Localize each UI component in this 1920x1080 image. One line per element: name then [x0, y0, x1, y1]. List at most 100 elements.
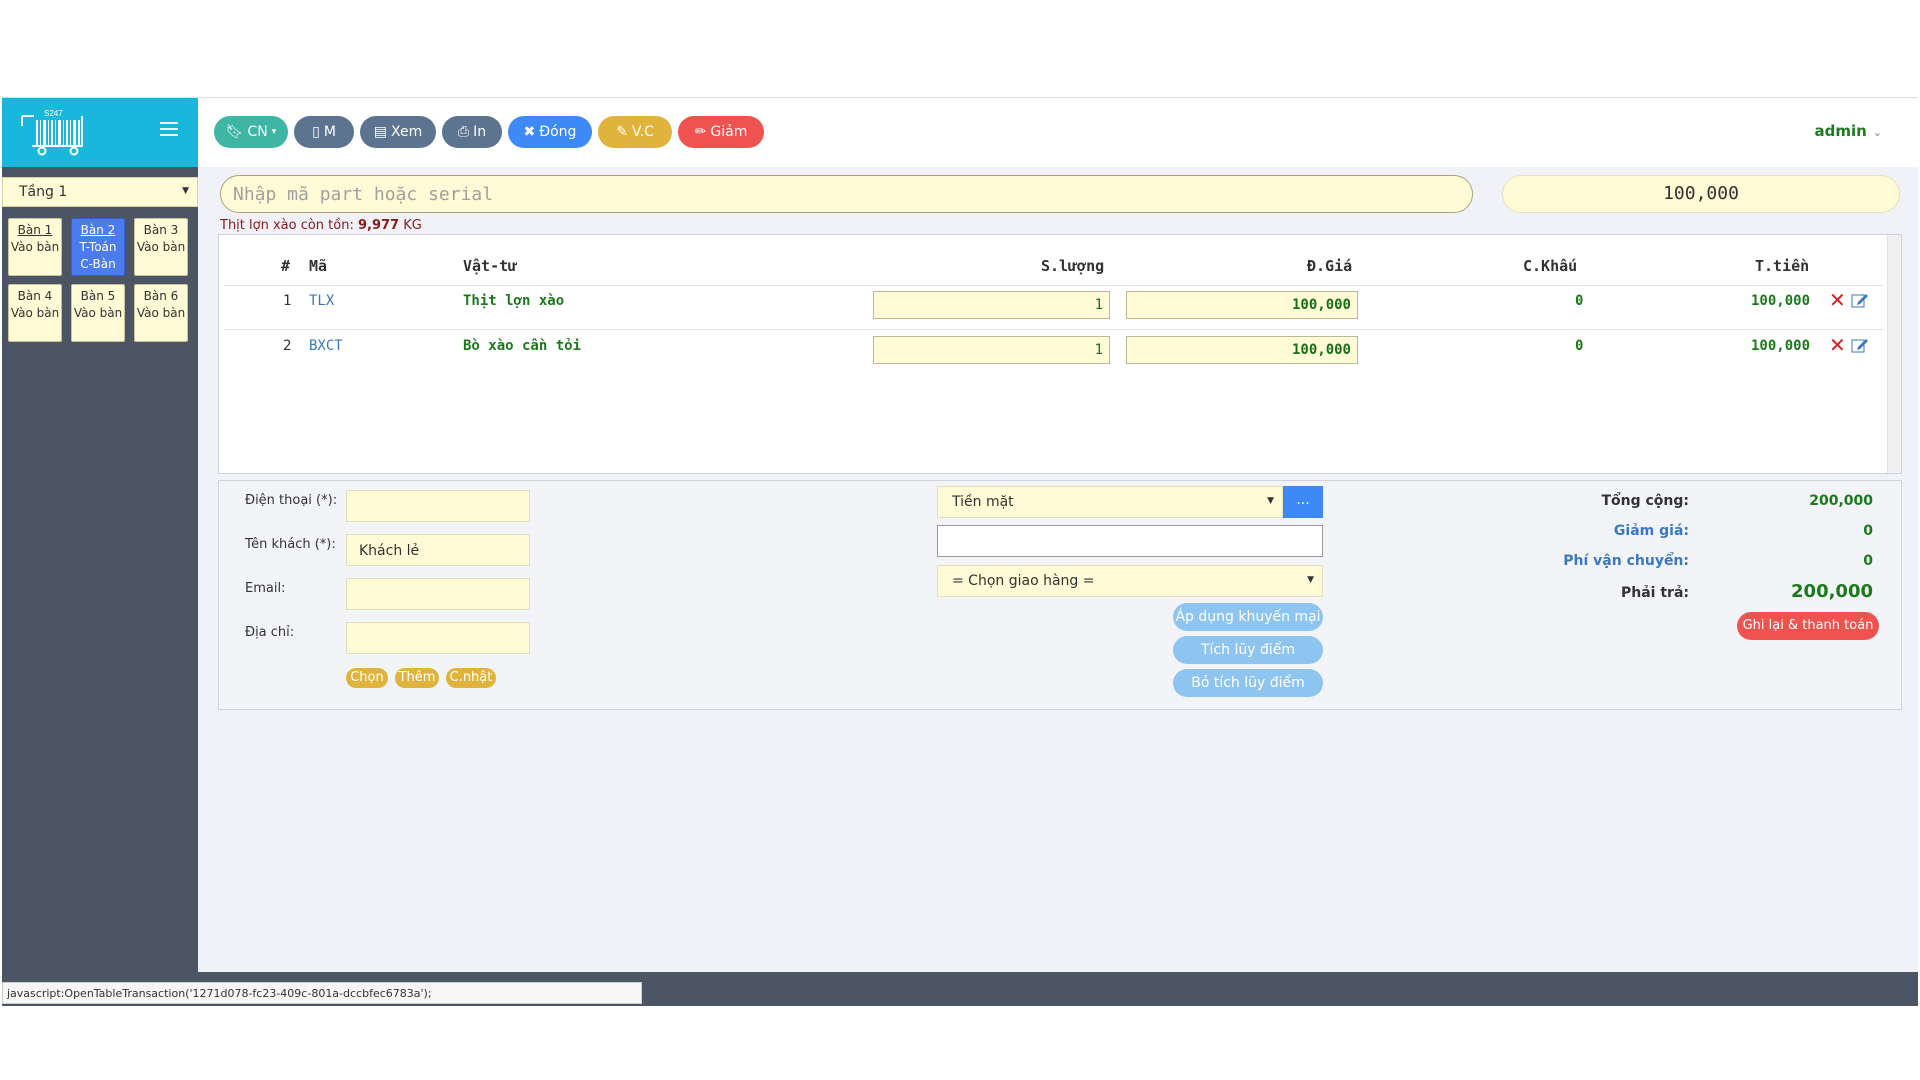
table-status: Vào bàn [136, 240, 186, 254]
edit-icon[interactable] [1851, 291, 1869, 309]
stock-note-prefix: Thịt lợn xào còn tồn: [220, 218, 358, 233]
stock-qty: 9,977 [357, 218, 400, 233]
qty-input[interactable]: 1 [873, 291, 1110, 319]
row-discount: 0 [1575, 293, 1584, 309]
file-text-icon: ▤ [373, 124, 387, 140]
choose-customer-button[interactable]: Chọn [346, 668, 388, 688]
close-button[interactable]: ✖ Đóng [508, 116, 592, 148]
remove-points-button[interactable]: Bỏ tích lũy điểm [1173, 669, 1323, 697]
delivery-select[interactable]: = Chọn giao hàng = ▼ [937, 565, 1323, 597]
stock-unit: KG [399, 218, 422, 233]
table-name: Bàn 3 [143, 223, 179, 237]
barcode-logo: S247 [21, 109, 83, 156]
caret-down-icon: ▼ [1307, 575, 1314, 585]
table-name: Bàn 5 [80, 289, 116, 303]
caret-down-icon: ▼ [182, 186, 189, 196]
floor-select[interactable]: Tầng 1 ▼ [2, 177, 198, 207]
logo-text: S247 [44, 109, 63, 118]
update-customer-button[interactable]: C.nhật [446, 668, 496, 688]
customer-name-field[interactable]: Khách lẻ [346, 534, 530, 566]
row-code[interactable]: TLX [309, 293, 334, 309]
print-button-label: In [473, 124, 487, 140]
row-code[interactable]: BXCT [309, 338, 343, 354]
discount-button[interactable]: ✏︎ Giảm [678, 116, 764, 148]
vc-button[interactable]: ✎ V.C [598, 116, 672, 148]
table-status: Vào bàn [10, 240, 60, 254]
table-button-6[interactable]: Bàn 6 Vào bàn [134, 284, 188, 342]
row-total: 100,000 [1751, 293, 1811, 309]
price-input[interactable]: 100,000 [1126, 291, 1358, 319]
user-menu[interactable]: admin ⌄ [1814, 122, 1882, 140]
address-field[interactable] [346, 622, 530, 654]
table-status: Vào bàn [73, 306, 123, 320]
row-item-name: Thịt lợn xào [463, 293, 565, 309]
qty-input[interactable]: 1 [873, 336, 1110, 364]
table-button-4[interactable]: Bàn 4 Vào bàn [8, 284, 62, 342]
shipping-label: Phí vận chuyển: [1563, 553, 1689, 569]
payment-method-select[interactable]: Tiền mặt ▼ [937, 486, 1283, 518]
apply-promo-button[interactable]: Áp dụng khuyến mại [1173, 603, 1323, 631]
logo-bar: S247 [2, 98, 198, 167]
accumulate-points-button[interactable]: Tích lũy điểm [1173, 636, 1323, 664]
pay-label: Phải trả: [1621, 585, 1689, 601]
chevron-down-icon: ▾ [271, 127, 277, 137]
stock-note: Thịt lợn xào còn tồn: 9,977 KG [220, 218, 422, 233]
table-status: Vào bàn [10, 306, 60, 320]
payment-note-field[interactable] [937, 525, 1323, 557]
app-window: S247 Tầng 1 ▼ Bàn 1 Vào bàn Bàn 2 T-Toán… [2, 97, 1918, 1006]
col-header-total: T.tiền [1755, 257, 1810, 275]
discount-label: Giảm giá: [1613, 523, 1689, 539]
payment-method-value: Tiền mặt [952, 494, 1014, 510]
cn-button-label: CN [247, 124, 268, 140]
edit-icon: ✎ [616, 124, 628, 140]
pay-value: 200,000 [1791, 581, 1873, 602]
items-scrollbar[interactable] [1887, 235, 1901, 473]
table-status: T-Toán C-Bàn [79, 240, 117, 271]
table-button-2[interactable]: Bàn 2 T-Toán C-Bàn [71, 218, 125, 276]
col-header-qty: S.lượng [1041, 257, 1105, 275]
view-button[interactable]: ▤ Xem [360, 116, 436, 148]
subtotal-label: Tổng cộng: [1601, 493, 1689, 509]
phone-field[interactable] [346, 490, 530, 522]
email-field[interactable] [346, 578, 530, 610]
top-toolbar: 🔖︎ CN ▾ ▯ M ▤ Xem ⎙ In ✖ Đóng ✎ V.C ✏︎ G… [198, 98, 1918, 167]
row-discount: 0 [1575, 338, 1584, 354]
table-button-1[interactable]: Bàn 1 Vào bàn [8, 218, 62, 276]
row-total: 100,000 [1751, 338, 1811, 354]
table-button-5[interactable]: Bàn 5 Vào bàn [71, 284, 125, 342]
discount-button-label: Giảm [710, 124, 748, 140]
col-header-price: Đ.Giá [1307, 257, 1353, 275]
price-input[interactable]: 100,000 [1126, 336, 1358, 364]
delete-icon[interactable]: ✕ [1829, 290, 1847, 310]
header-divider [224, 285, 1884, 286]
add-customer-button[interactable]: Thêm [395, 668, 439, 688]
items-table: # Mã Vật-tư S.lượng Đ.Giá C.Khấu T.tiền … [218, 234, 1902, 474]
more-payment-button[interactable]: ... [1283, 486, 1323, 518]
table-name: Bàn 2 [80, 223, 116, 237]
phone-label: Điện thoại (*): [245, 493, 338, 508]
status-bar: javascript:OpenTableTransaction('1271d07… [2, 972, 1918, 1006]
file-icon: ▯ [312, 124, 320, 140]
discount-value: 0 [1863, 523, 1873, 539]
search-input[interactable] [220, 175, 1473, 213]
row-item-name: Bò xào cần tỏi [463, 338, 582, 354]
cn-button[interactable]: 🔖︎ CN ▾ [214, 116, 288, 148]
edit-icon[interactable] [1851, 336, 1869, 354]
row-no: 1 [283, 293, 292, 309]
email-label: Email: [245, 581, 286, 596]
customer-name-label: Tên khách (*): [245, 537, 336, 552]
table-name: Bàn 4 [17, 289, 53, 303]
m-button[interactable]: ▯ M [294, 116, 354, 148]
table-name: Bàn 6 [143, 289, 179, 303]
checkout-panel: Điện thoại (*): Tên khách (*): Khách lẻ … [218, 480, 1902, 710]
table-button-3[interactable]: Bàn 3 Vào bàn [134, 218, 188, 276]
print-button[interactable]: ⎙ In [442, 116, 502, 148]
row-no: 2 [283, 338, 292, 354]
col-header-code: Mã [309, 257, 328, 275]
save-and-pay-button[interactable]: Ghi lại & thanh toán [1737, 612, 1879, 640]
menu-toggle-icon[interactable] [160, 122, 178, 138]
view-button-label: Xem [391, 124, 423, 140]
table-status: Vào bàn [136, 306, 186, 320]
sidebar: S247 Tầng 1 ▼ Bàn 1 Vào bàn Bàn 2 T-Toán… [2, 98, 198, 972]
delete-icon[interactable]: ✕ [1829, 335, 1847, 355]
